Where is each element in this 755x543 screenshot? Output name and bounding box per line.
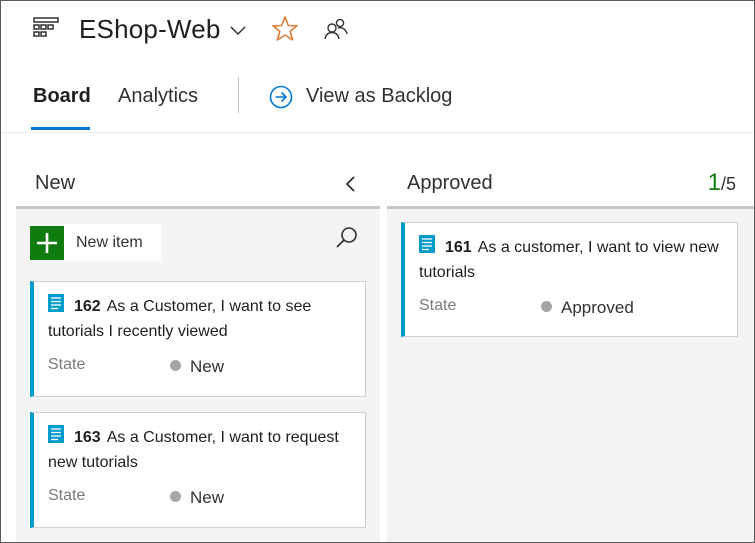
card-state-value: New [190, 488, 225, 507]
wip-limit: /5 [720, 174, 736, 194]
state-dot [170, 360, 181, 371]
new-item-label: New item [76, 234, 143, 251]
selected-tab-indicator [31, 127, 90, 130]
work-item-card[interactable]: 162 As a Customer, I want to see tutorial… [30, 281, 366, 397]
column-title-approved: Approved [407, 172, 493, 194]
add-button[interactable] [30, 226, 64, 260]
project-name[interactable]: EShop-Web [79, 14, 221, 45]
card-state[interactable]: New [170, 488, 224, 508]
tab-analytics[interactable]: Analytics [118, 85, 198, 108]
chevron-down-icon[interactable] [229, 23, 247, 37]
card-state[interactable]: Approved [541, 298, 634, 318]
work-item-card[interactable]: 161 As a customer, I want to view new tut… [401, 222, 738, 337]
project-header: EShop-Web [1, 1, 754, 61]
card-title[interactable]: 162 As a Customer, I want to see tutorial… [48, 294, 353, 344]
state-dot [170, 491, 181, 502]
tab-divider [238, 77, 239, 113]
card-title[interactable]: 161 As a customer, I want to view new tut… [419, 235, 725, 285]
column-body-new: New item 162 As a Customer, I want to see… [16, 209, 380, 542]
card-id: 161 [445, 239, 472, 256]
card-title[interactable]: 163 As a Customer, I want to request new … [48, 425, 353, 475]
work-item-card[interactable]: 163 As a Customer, I want to request new … [30, 412, 366, 528]
card-state-label: State [48, 356, 86, 373]
star-icon[interactable] [271, 15, 299, 43]
wip-count: 1/5 [708, 169, 736, 197]
column-title-new: New [35, 172, 76, 194]
view-tabs: Board Analytics View as Backlog [1, 73, 754, 133]
plus-icon [37, 233, 57, 253]
card-id: 163 [74, 429, 101, 446]
column-body-approved: 161 As a customer, I want to view new tut… [387, 209, 754, 542]
card-id: 162 [74, 298, 101, 315]
team-members-icon[interactable] [323, 17, 349, 41]
view-as-backlog-link[interactable]: View as Backlog [306, 85, 452, 108]
column-header-new: New [16, 151, 380, 209]
card-state-value: Approved [561, 298, 634, 317]
state-dot [541, 301, 552, 312]
card-state[interactable]: New [170, 357, 224, 377]
card-state-label: State [48, 487, 86, 504]
arrow-right-circle-icon[interactable] [269, 85, 293, 109]
card-state-label: State [419, 297, 457, 314]
column-approved: Approved 1/5 161 As a customer, I want to… [387, 151, 754, 542]
column-header-approved: Approved 1/5 [387, 151, 754, 209]
chevron-left-icon[interactable] [344, 175, 358, 193]
column-new: New New item 162 As a Customer, I want t… [16, 151, 380, 542]
board-grid-icon [33, 17, 59, 37]
card-state-value: New [190, 357, 225, 376]
new-item-button[interactable]: New item [30, 224, 161, 261]
wip-current: 1 [707, 169, 721, 196]
boards-window: EShop-Web Board Analytics View as Backlo… [0, 0, 755, 543]
search-icon[interactable] [334, 225, 360, 251]
tab-board[interactable]: Board [33, 85, 91, 108]
